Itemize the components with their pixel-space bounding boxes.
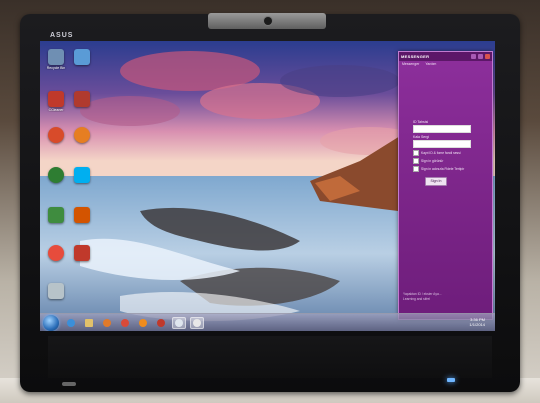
app-orange-icon[interactable] — [44, 245, 68, 261]
id-field[interactable] — [413, 125, 471, 133]
password-label: Kala Sergi — [413, 135, 430, 139]
taskbar-app1[interactable] — [154, 317, 168, 329]
messenger-menu: Messenger Yardım — [399, 61, 492, 67]
start-button[interactable] — [43, 315, 59, 331]
visible-checkbox[interactable]: Sign in görünür — [413, 158, 473, 164]
chrome-icon — [121, 319, 129, 327]
window-icon — [175, 319, 183, 327]
ie-icon — [67, 319, 75, 327]
checkbox-box[interactable] — [413, 166, 419, 172]
messenger-window[interactable]: MESSENGER Messenger Yardım ID Tahsisi Ka… — [398, 51, 493, 320]
app-chrome2-icon[interactable] — [70, 245, 94, 261]
checkbox-box[interactable] — [413, 150, 419, 156]
maximize-icon[interactable] — [478, 54, 483, 59]
laptop-hinge — [48, 336, 492, 378]
recycle-bin-icon[interactable]: Recycle Bin — [44, 49, 68, 70]
chrome-icon-desk[interactable] — [70, 49, 94, 65]
sign-in-button[interactable]: Sign In — [425, 177, 447, 186]
minimize-icon[interactable] — [471, 54, 476, 59]
messenger-icon — [193, 319, 201, 327]
taskbar-app2[interactable] — [172, 317, 186, 329]
app-mixed-icon[interactable] — [70, 207, 94, 223]
taskbar-chrome[interactable] — [118, 317, 132, 329]
system-clock[interactable]: 3:36 PM 1/1/2014 — [469, 317, 485, 327]
app-icon — [157, 319, 165, 327]
auto-signin-checkbox[interactable]: Sign in adınızla Fidele Tertipir — [413, 166, 473, 172]
taskbar-media[interactable] — [100, 317, 114, 329]
footer-link-2[interactable]: Learning and sifrel — [403, 297, 485, 302]
close-icon[interactable] — [485, 54, 490, 59]
ccleaner2-icon[interactable] — [70, 91, 94, 107]
skype-icon[interactable] — [70, 167, 94, 183]
password-field[interactable] — [413, 140, 471, 148]
media-icon — [103, 319, 111, 327]
folder-icon — [85, 319, 93, 327]
taskbar: 3:36 PM 1/1/2014 — [40, 313, 495, 331]
firefox-icon[interactable] — [70, 127, 94, 143]
messenger-titlebar[interactable]: MESSENGER — [399, 52, 492, 61]
status-led-left — [62, 382, 76, 386]
webcam-icon — [264, 17, 272, 25]
messenger-title: MESSENGER — [401, 54, 430, 59]
firefox-icon — [139, 319, 147, 327]
taskbar-ie[interactable] — [64, 317, 78, 329]
power-led — [447, 378, 455, 382]
brand-logo: ASUS — [50, 32, 74, 39]
app-red-icon[interactable] — [44, 127, 68, 143]
chrome-icon[interactable] — [44, 167, 68, 183]
taskbar-messenger[interactable] — [190, 317, 204, 329]
id-label: ID Tahsisi — [413, 120, 429, 124]
menu-item-messenger[interactable]: Messenger — [402, 62, 419, 66]
taskbar-explorer[interactable] — [82, 317, 96, 329]
ccleaner-icon[interactable]: CCleaner — [44, 91, 68, 112]
taskbar-firefox[interactable] — [136, 317, 150, 329]
checkbox-box[interactable] — [413, 158, 419, 164]
app-folder-icon[interactable] — [44, 283, 68, 299]
remember-checkbox[interactable]: Kayıt ID & fome fandi sessi — [413, 150, 473, 156]
messenger-footer: Yapaktan ID / eksier Aya... Learning and… — [403, 292, 485, 301]
app-green-icon[interactable] — [44, 207, 68, 223]
menu-item-help[interactable]: Yardım — [425, 62, 436, 66]
login-form: ID Tahsisi Kala Sergi Kayıt ID & fome fa… — [413, 118, 473, 186]
laptop-screen: Recycle Bin CCleaner MESSENGER Messenger… — [40, 41, 495, 331]
